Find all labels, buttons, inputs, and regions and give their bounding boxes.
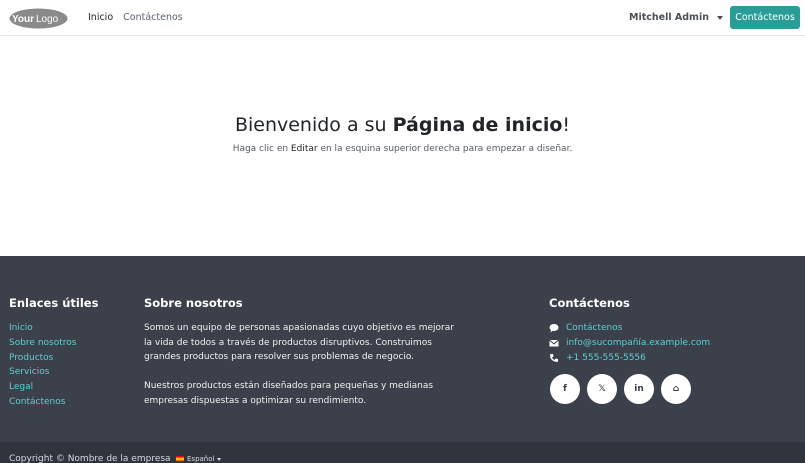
phone-icon (550, 353, 558, 362)
useful-links-list: Inicio Sobre nosotros Productos Servicio… (9, 321, 76, 410)
contact-row-link[interactable]: Contáctenos (549, 321, 710, 336)
spain-flag-icon (176, 456, 184, 462)
footer-link-productos[interactable]: Productos (9, 351, 76, 366)
home-icon[interactable]: ⌂ (661, 374, 691, 404)
about-paragraph-2: Nuestros productos están diseñados para … (144, 381, 434, 406)
site-footer: Enlaces útiles Inicio Sobre nosotros Pro… (0, 256, 805, 442)
envelope-icon (549, 339, 559, 347)
footer-link-sobre-nosotros[interactable]: Sobre nosotros (9, 336, 76, 351)
contact-title: Contáctenos (549, 296, 630, 310)
contact-us-button[interactable]: Contáctenos (730, 6, 800, 29)
user-menu[interactable]: Mitchell Admin (629, 12, 723, 23)
svg-text:Logo: Logo (36, 14, 59, 25)
hero-section: Bienvenido a su Página de inicio! Haga c… (0, 36, 805, 256)
contact-phone[interactable]: +1 555-555-5556 (566, 351, 646, 366)
contact-list: Contáctenos info@sucompañía.example.com … (549, 321, 710, 365)
logo[interactable]: Your Logo (9, 8, 68, 29)
page-title: Bienvenido a su Página de inicio! (0, 114, 805, 136)
title-suffix: ! (562, 114, 571, 136)
social-links: f 𝕏 in ⌂ (550, 374, 691, 404)
footer-link-contactenos[interactable]: Contáctenos (9, 395, 76, 410)
site-header: Your Logo Inicio Contáctenos Mitchell Ad… (0, 0, 805, 36)
main-nav: Inicio Contáctenos (88, 12, 183, 23)
language-selector[interactable]: Español (176, 455, 222, 463)
footer-link-servicios[interactable]: Servicios (9, 365, 76, 380)
subtitle-suffix: en la esquina superior derecha para empe… (317, 144, 573, 154)
footer-link-inicio[interactable]: Inicio (9, 321, 76, 336)
contact-row-email[interactable]: info@sucompañía.example.com (549, 336, 710, 351)
subtitle-prefix: Haga clic en (232, 144, 291, 154)
copyright-text: Copyright © Nombre de la empresa (9, 454, 171, 463)
subtitle-edit-word: Editar (290, 144, 318, 154)
caret-down-icon (217, 457, 222, 461)
contact-link[interactable]: Contáctenos (566, 321, 622, 336)
title-bold: Página de inicio (392, 114, 563, 136)
facebook-icon[interactable]: f (550, 374, 580, 404)
page-subtitle: Haga clic en Editar en la esquina superi… (0, 144, 805, 154)
linkedin-icon[interactable]: in (624, 374, 654, 404)
contact-row-phone[interactable]: +1 555-555-5556 (549, 351, 710, 366)
user-name: Mitchell Admin (629, 12, 709, 23)
x-twitter-icon[interactable]: 𝕏 (587, 374, 617, 404)
contact-email[interactable]: info@sucompañía.example.com (566, 336, 710, 351)
title-prefix: Bienvenido a su (234, 114, 393, 136)
useful-links-title: Enlaces útiles (9, 296, 99, 310)
comment-icon (549, 324, 559, 333)
copyright-bar: Copyright © Nombre de la empresa Español (0, 442, 805, 463)
about-text: Somos un equipo de personas apasionadas … (144, 321, 464, 409)
caret-down-icon (716, 15, 723, 20)
footer-link-legal[interactable]: Legal (9, 380, 76, 395)
nav-item-contactenos[interactable]: Contáctenos (123, 12, 183, 23)
svg-text:Your: Your (12, 14, 34, 25)
about-paragraph-1: Somos un equipo de personas apasionadas … (144, 323, 454, 363)
language-label: Español (187, 455, 215, 463)
about-title: Sobre nosotros (144, 296, 243, 310)
nav-item-inicio[interactable]: Inicio (88, 12, 113, 23)
